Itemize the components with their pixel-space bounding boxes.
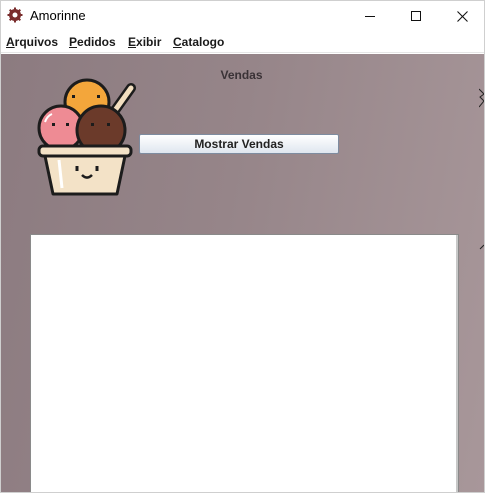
menu-mnemonic: C <box>173 35 182 49</box>
menu-label: edidos <box>77 35 116 49</box>
minimize-button[interactable] <box>347 1 393 31</box>
menu-mnemonic: E <box>128 35 137 49</box>
menu-pedidos[interactable]: Pedidos <box>69 35 116 49</box>
show-sales-button[interactable]: Mostrar Vendas <box>139 134 339 154</box>
ice-cream-cup-icon <box>37 78 136 196</box>
menu-exibir[interactable]: Exibir <box>128 35 161 49</box>
close-icon <box>456 10 468 22</box>
menu-arquivos[interactable]: Arquivos <box>6 35 58 49</box>
menu-mnemonic: A <box>6 35 15 49</box>
app-window: Amorinne Arquivos Pedidos Exibir Catalog… <box>0 0 485 493</box>
cut-off-glyph <box>479 244 484 250</box>
maximize-button[interactable] <box>393 1 439 31</box>
title-bar[interactable]: Amorinne <box>1 1 484 31</box>
close-button[interactable] <box>439 1 484 31</box>
menu-mnemonic: P <box>69 35 78 49</box>
maximize-icon <box>411 11 421 21</box>
menu-label: xibir <box>136 35 162 49</box>
sales-list-area[interactable] <box>30 234 459 492</box>
sales-list-scrollbar[interactable] <box>456 235 458 492</box>
menu-bar: Arquivos Pedidos Exibir Catalogo <box>1 31 484 53</box>
cut-off-glyph <box>479 88 484 108</box>
minimize-icon <box>365 16 375 17</box>
app-logo-icon <box>7 7 23 23</box>
menu-label: atalogo <box>181 35 225 49</box>
menu-catalogo[interactable]: Catalogo <box>173 35 224 49</box>
menu-label: rquivos <box>14 35 59 49</box>
window-title: Amorinne <box>30 8 86 23</box>
content-panel: Vendas Mostrar Vendas <box>1 54 484 492</box>
